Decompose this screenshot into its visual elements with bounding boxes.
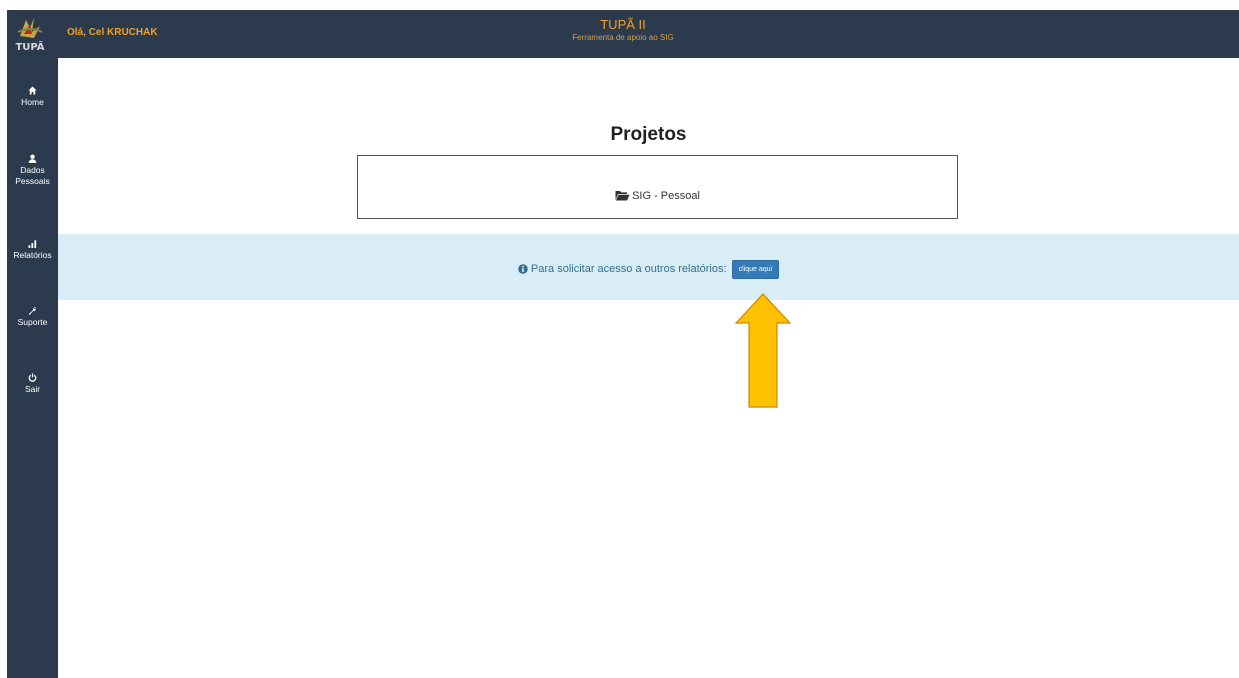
sidebar-item-suporte[interactable]: Suporte <box>7 306 58 328</box>
page-title: Projetos <box>610 124 687 145</box>
wrench-icon <box>28 307 37 315</box>
app-subtitle: Ferramenta de apoio ao SIG <box>572 33 674 42</box>
top-header: TUPÃ Olá, Cel KRUCHAK TUPÃ II Ferramenta… <box>7 10 1239 58</box>
app-title: TUPÃ II <box>600 17 646 32</box>
info-message: Para solicitar acesso a outros relatório… <box>58 260 1239 279</box>
sidebar-item-label: Dados Pessoais <box>15 165 50 186</box>
app-frame: TUPÃ Olá, Cel KRUCHAK TUPÃ II Ferramenta… <box>0 0 1239 678</box>
sidebar-item-label: Relatórios <box>13 250 52 260</box>
folder-open-icon <box>615 191 630 201</box>
sidebar: Home Dados Pessoais Relatórios Suporte S… <box>7 58 58 678</box>
sidebar-item-home[interactable]: Home <box>7 86 58 108</box>
info-text: Para solicitar acesso a outros relatório… <box>530 263 727 275</box>
info-alert: Para solicitar acesso a outros relatório… <box>58 234 1239 300</box>
sidebar-item-label: Home <box>21 97 44 107</box>
sidebar-item-sair[interactable]: Sair <box>7 373 58 395</box>
sidebar-item-label: Suporte <box>17 317 48 327</box>
sidebar-item-label: Sair <box>24 384 41 394</box>
up-arrow-icon <box>734 293 792 408</box>
sidebar-item-relatorios[interactable]: Relatórios <box>7 239 58 261</box>
bar-chart-icon <box>28 240 37 248</box>
projects-panel: SIG - Pessoal <box>357 155 958 219</box>
sidebar-item-dados-pessoais[interactable]: Dados Pessoais <box>7 154 58 187</box>
request-access-button[interactable]: clique aqui <box>731 260 780 279</box>
project-label: SIG - Pessoal <box>632 190 700 202</box>
project-item-sig-pessoal[interactable]: SIG - Pessoal <box>358 190 957 202</box>
info-icon <box>518 264 528 274</box>
user-icon <box>28 154 37 163</box>
power-icon <box>28 373 37 382</box>
home-icon <box>28 86 37 95</box>
